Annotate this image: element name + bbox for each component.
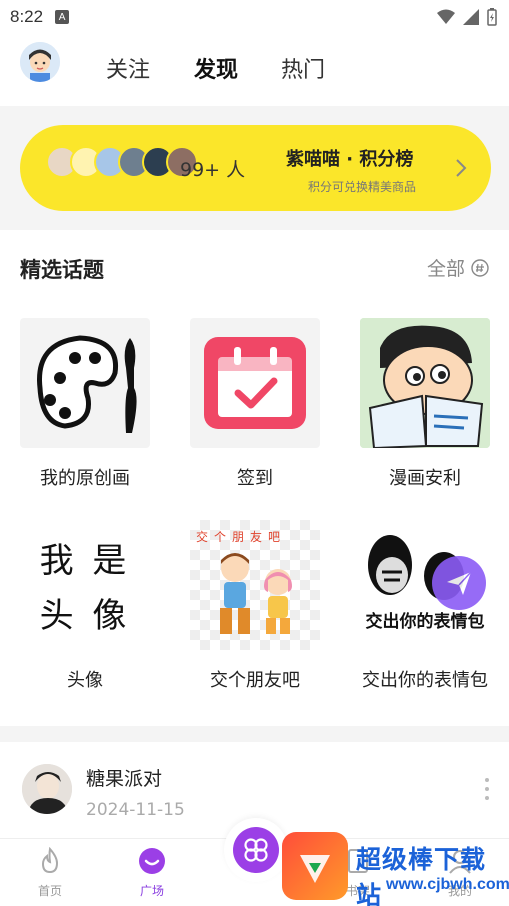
flame-icon <box>41 846 59 874</box>
topic-label: 交个朋友吧 <box>210 670 300 691</box>
status-icons <box>437 8 497 26</box>
chevron-right-icon <box>456 159 467 177</box>
status-time: 8:22 <box>10 7 44 26</box>
user-avatar[interactable] <box>20 42 60 82</box>
see-all-label: 全部 <box>426 258 465 280</box>
topic-manga-recommend[interactable]: 漫画安利 <box>360 318 490 490</box>
post-date: 2024-11-15 <box>86 800 185 820</box>
avatar-text-art: 我 是 头 像 <box>20 520 150 650</box>
friends-illustration: 交个朋友吧 <box>190 520 320 650</box>
signal-icon <box>463 9 479 25</box>
smile-icon <box>139 848 165 874</box>
nav-label: 广场 <box>139 884 164 898</box>
boy-avatar-icon <box>20 42 60 82</box>
calendar-check-icon <box>190 318 320 448</box>
post-author-avatar[interactable] <box>22 764 72 814</box>
banner-subtitle: 积分可兑换精美商品 <box>308 180 417 194</box>
center-action-button[interactable] <box>224 818 288 882</box>
nav-square[interactable]: 广场 <box>122 847 182 899</box>
clover-icon <box>233 827 279 873</box>
manga-character-icon <box>360 318 490 448</box>
site-watermark: 超级棒下载站 www.cjbwh.com <box>282 832 509 906</box>
topic-label: 签到 <box>237 468 273 489</box>
wifi-icon <box>437 9 455 24</box>
palette-icon <box>20 318 150 448</box>
art-text-line: 我 是 <box>39 541 131 581</box>
topic-label: 交出你的表情包 <box>362 670 488 691</box>
nav-label: 首页 <box>37 884 62 898</box>
see-all-link[interactable]: 全部 <box>427 254 489 281</box>
watermark-url: www.cjbwh.com <box>386 876 509 893</box>
app-screen: 8:22 A 关注 发现 热门 99+ 人 紫喵喵 · 积分榜 积分可兑换精美商… <box>0 0 509 906</box>
paper-plane-icon <box>447 571 472 595</box>
tab-hot[interactable]: 热门 <box>281 52 325 84</box>
topic-label: 漫画安利 <box>389 468 461 489</box>
topic-make-friends[interactable]: 交个朋友吧 交个朋友吧 <box>190 520 320 692</box>
topic-label: 我的原创画 <box>40 468 130 489</box>
watermark-title: 超级棒下载站 <box>356 845 487 906</box>
download-logo-icon <box>282 832 348 900</box>
topic-checkin[interactable]: 签到 <box>190 318 320 490</box>
topic-avatar[interactable]: 我 是 头 像 头像 <box>20 520 150 692</box>
participant-count: 99+ 人 <box>180 159 246 181</box>
tab-follow[interactable]: 关注 <box>106 52 150 84</box>
featured-topics-card: 精选话题 全部 我的原创画 签到 漫画安利 我 是 头 像 头像 交个朋友吧 交… <box>0 230 509 726</box>
points-rank-banner[interactable]: 99+ 人 紫喵喵 · 积分榜 积分可兑换精美商品 <box>20 125 491 211</box>
banner-title: 紫喵喵 · 积分榜 <box>286 149 414 170</box>
topic-label: 头像 <box>67 670 103 691</box>
hashtag-icon <box>471 258 489 277</box>
post-author-name[interactable]: 糖果派对 <box>86 764 162 791</box>
more-options-icon[interactable] <box>485 778 489 800</box>
tab-discover[interactable]: 发现 <box>194 52 238 84</box>
art-text-line: 头 像 <box>39 596 131 636</box>
battery-icon <box>487 8 497 26</box>
section-title: 精选话题 <box>20 258 104 282</box>
status-bar: 8:22 A <box>0 0 509 34</box>
publish-button[interactable] <box>432 556 486 610</box>
notification-icon: A <box>55 10 70 24</box>
participant-avatars <box>46 146 198 180</box>
banner-section: 99+ 人 紫喵喵 · 积分榜 积分可兑换精美商品 <box>0 106 509 228</box>
top-header: 关注 发现 热门 <box>0 34 509 106</box>
topic-my-original-art[interactable]: 我的原创画 <box>20 318 150 490</box>
nav-home[interactable]: 首页 <box>20 846 80 899</box>
art-text: 交出你的表情包 <box>365 612 485 632</box>
